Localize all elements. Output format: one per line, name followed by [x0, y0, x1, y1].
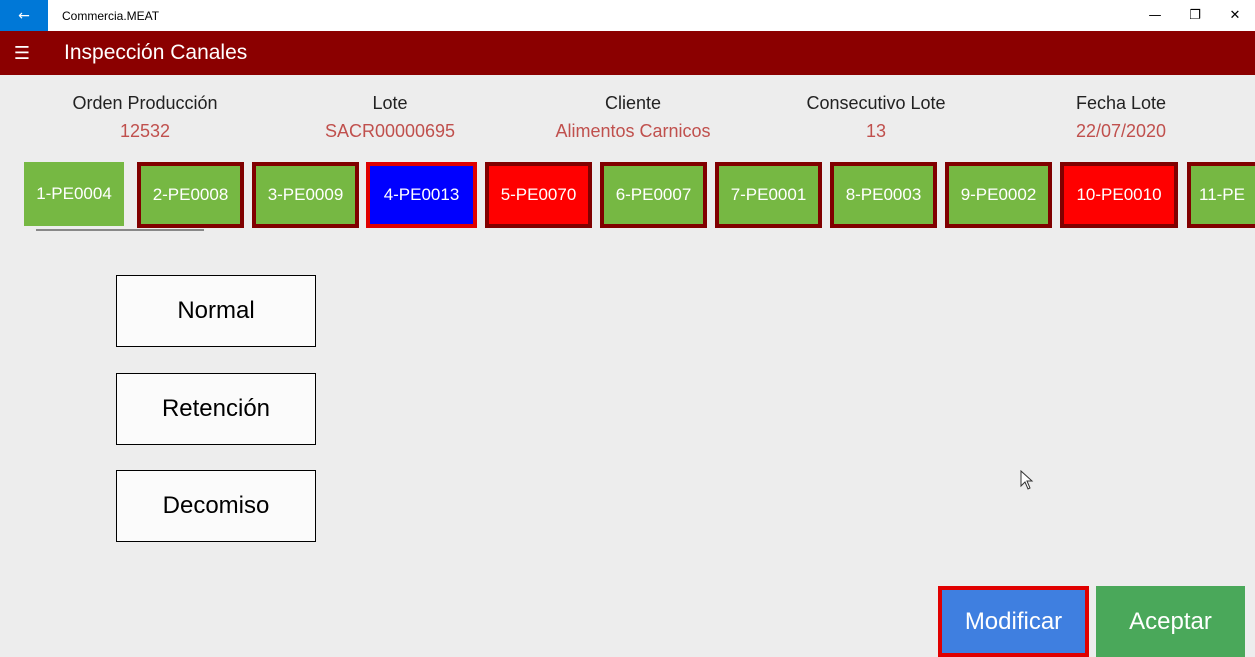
back-arrow-icon: ← — [18, 7, 30, 24]
canal-chip-label: 1-PE0004 — [36, 184, 112, 203]
canal-chip-1[interactable]: 1-PE0004 — [24, 162, 124, 226]
info-fecha-lote: Fecha Lote 22/07/2020 — [1076, 93, 1166, 142]
canal-chip-label: 6-PE0007 — [615, 185, 692, 204]
canal-chip-label: 9-PE0002 — [960, 185, 1037, 204]
orden-produccion-label: Orden Producción — [72, 93, 218, 113]
close-button[interactable]: ✕ — [1215, 0, 1255, 31]
canal-chip-label: 8-PE0003 — [845, 185, 922, 204]
app-title: Commercia.MEAT — [62, 8, 160, 23]
canal-chip-strip: 1-PE0004 2-PE0008 3-PE0009 4-PE0013 5-PE… — [0, 160, 1255, 232]
cliente-value: Alimentos Carnicos — [555, 121, 711, 141]
menu-button[interactable]: ☰ — [0, 31, 44, 75]
restore-icon: ❐ — [1189, 8, 1201, 23]
canal-chip-label: 11-PE — [1199, 185, 1245, 204]
canal-chip-5[interactable]: 5-PE0070 — [485, 162, 592, 228]
consecutivo-lote-label: Consecutivo Lote — [806, 93, 946, 113]
info-orden-produccion: Orden Producción 12532 — [72, 93, 217, 142]
canal-chip-label: 2-PE0008 — [152, 185, 229, 204]
info-cliente: Cliente Alimentos Carnicos — [555, 93, 710, 142]
window-controls: — ❐ ✕ — [1135, 0, 1255, 31]
canal-chip-11[interactable]: 11-PE — [1187, 162, 1255, 228]
canal-chip-10[interactable]: 10-PE0010 — [1060, 162, 1178, 228]
lote-label: Lote — [372, 93, 408, 113]
cliente-label: Cliente — [604, 93, 662, 113]
canal-chip-label: 3-PE0009 — [267, 185, 344, 204]
back-button[interactable]: ← — [0, 0, 48, 31]
minimize-icon: — — [1148, 8, 1162, 23]
canal-chip-7[interactable]: 7-PE0001 — [715, 162, 822, 228]
canal-chip-8[interactable]: 8-PE0003 — [830, 162, 937, 228]
retencion-button[interactable]: Retención — [116, 373, 316, 445]
modificar-button[interactable]: Modificar — [938, 586, 1089, 657]
canal-chip-3[interactable]: 3-PE0009 — [252, 162, 359, 228]
title-bar: ← Commercia.MEAT — ❐ ✕ — [0, 0, 1255, 31]
hamburger-menu-icon: ☰ — [13, 42, 31, 64]
canal-chip-label: 5-PE0070 — [500, 185, 577, 204]
canal-chip-9[interactable]: 9-PE0002 — [945, 162, 1052, 228]
canal-chip-6[interactable]: 6-PE0007 — [600, 162, 707, 228]
info-consecutivo-lote: Consecutivo Lote 13 — [806, 93, 945, 142]
mouse-pointer-icon — [1020, 470, 1034, 490]
fecha-lote-value: 22/07/2020 — [1075, 121, 1167, 141]
canal-chip-label: 4-PE0013 — [383, 185, 460, 204]
canal-chip-label: 7-PE0001 — [730, 185, 807, 204]
page-title: Inspección Canales — [64, 41, 248, 64]
consecutivo-lote-value: 13 — [865, 121, 887, 141]
info-lote: Lote SACR00000695 — [325, 93, 455, 142]
orden-produccion-value: 12532 — [119, 121, 171, 141]
close-icon: ✕ — [1229, 8, 1241, 23]
chip-scroll-indicator — [36, 229, 204, 231]
decomiso-button[interactable]: Decomiso — [116, 470, 316, 542]
canal-chip-label: 10-PE0010 — [1076, 185, 1162, 204]
canal-chip-4-selected[interactable]: 4-PE0013 — [366, 162, 477, 228]
restore-button[interactable]: ❐ — [1175, 0, 1215, 31]
app-header: ☰ Inspección Canales — [0, 31, 1255, 75]
canal-chip-2[interactable]: 2-PE0008 — [137, 162, 244, 228]
minimize-button[interactable]: — — [1135, 0, 1175, 31]
aceptar-button[interactable]: Aceptar — [1096, 586, 1245, 657]
normal-button[interactable]: Normal — [116, 275, 316, 347]
lote-value: SACR00000695 — [324, 121, 456, 141]
fecha-lote-label: Fecha Lote — [1075, 93, 1167, 113]
